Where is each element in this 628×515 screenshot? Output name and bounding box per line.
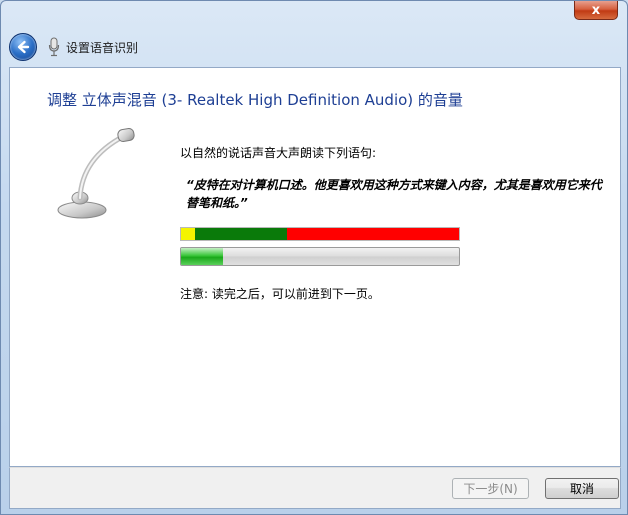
window-title: 设置语音识别 — [66, 40, 139, 55]
page-title: 调整 立体声混音 (3- Realtek High Definition Aud… — [47, 91, 463, 109]
level-segment-mid — [194, 228, 287, 240]
window-frame: x 设置语音识别 调整 立体声混音 (3- Realtek High Defin… — [0, 0, 628, 515]
volume-progress-fill — [181, 248, 223, 265]
close-icon: x — [591, 2, 601, 18]
volume-progress-bar — [180, 247, 460, 266]
level-segment-low — [181, 228, 195, 240]
microphone-icon — [48, 37, 60, 57]
footer-bar: 下一步(N) 取消 — [9, 467, 621, 509]
navigation-bar: 设置语音识别 — [9, 31, 621, 63]
note-text: 注意: 读完之后，可以前进到下一页。 — [180, 287, 380, 301]
cancel-button[interactable]: 取消 — [545, 478, 619, 499]
back-button[interactable] — [9, 33, 37, 61]
audio-level-meter — [180, 227, 460, 241]
next-button[interactable]: 下一步(N) — [452, 478, 529, 499]
main-content: 调整 立体声混音 (3- Realtek High Definition Aud… — [9, 67, 621, 467]
reading-sentence: “皮特在对计算机口述。他更喜欢用这种方式来键入内容，尤其是喜欢用它来代替笔和纸。… — [186, 178, 602, 210]
level-segment-high — [286, 228, 459, 240]
back-arrow-icon — [17, 40, 30, 54]
desk-microphone-icon — [57, 128, 135, 219]
instruction-text: 以自然的说话声音大声朗读下列语句: — [180, 146, 377, 160]
close-button[interactable]: x — [574, 1, 618, 20]
